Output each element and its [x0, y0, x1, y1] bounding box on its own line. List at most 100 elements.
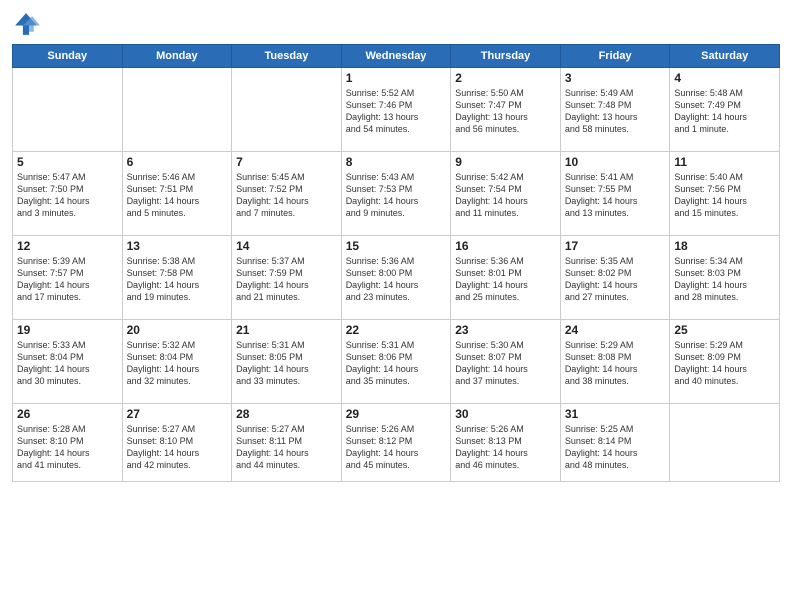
- logo: [12, 10, 44, 38]
- day-number: 17: [565, 239, 666, 253]
- day-number: 9: [455, 155, 556, 169]
- day-number: 8: [346, 155, 447, 169]
- day-number: 5: [17, 155, 118, 169]
- cell-info: Sunrise: 5:52 AM Sunset: 7:46 PM Dayligh…: [346, 87, 447, 136]
- cell-info: Sunrise: 5:25 AM Sunset: 8:14 PM Dayligh…: [565, 423, 666, 472]
- cell-info: Sunrise: 5:34 AM Sunset: 8:03 PM Dayligh…: [674, 255, 775, 304]
- calendar-cell: 25 Sunrise: 5:29 AM Sunset: 8:09 PM Dayli…: [670, 320, 780, 404]
- cell-info: Sunrise: 5:32 AM Sunset: 8:04 PM Dayligh…: [127, 339, 228, 388]
- day-number: 3: [565, 71, 666, 85]
- calendar-day-header: Saturday: [670, 45, 780, 68]
- calendar-cell: 9 Sunrise: 5:42 AM Sunset: 7:54 PM Daylig…: [451, 152, 561, 236]
- calendar-cell: 17Sunrise: 5:35 AM Sunset: 8:02 PM Dayli…: [560, 236, 670, 320]
- calendar-cell: 30 Sunrise: 5:26 AM Sunset: 8:13 PM Dayli…: [451, 404, 561, 482]
- day-number: 25: [674, 323, 775, 337]
- calendar-week-row: 19 Sunrise: 5:33 AM Sunset: 8:04 PM Dayli…: [13, 320, 780, 404]
- calendar-cell: 19 Sunrise: 5:33 AM Sunset: 8:04 PM Dayli…: [13, 320, 123, 404]
- calendar-day-header: Wednesday: [341, 45, 451, 68]
- calendar-cell: 7Sunrise: 5:45 AM Sunset: 7:52 PM Daylig…: [232, 152, 342, 236]
- calendar-cell: [232, 68, 342, 152]
- calendar-cell: 1 Sunrise: 5:52 AM Sunset: 7:46 PM Daylig…: [341, 68, 451, 152]
- calendar-week-row: 5Sunrise: 5:47 AM Sunset: 7:50 PM Daylig…: [13, 152, 780, 236]
- cell-info: Sunrise: 5:45 AM Sunset: 7:52 PM Dayligh…: [236, 171, 337, 220]
- calendar-day-header: Friday: [560, 45, 670, 68]
- day-number: 27: [127, 407, 228, 421]
- day-number: 12: [17, 239, 118, 253]
- day-number: 24: [565, 323, 666, 337]
- day-number: 19: [17, 323, 118, 337]
- calendar-cell: 2Sunrise: 5:50 AM Sunset: 7:47 PM Daylig…: [451, 68, 561, 152]
- cell-info: Sunrise: 5:31 AM Sunset: 8:05 PM Dayligh…: [236, 339, 337, 388]
- header: [12, 10, 780, 38]
- cell-info: Sunrise: 5:36 AM Sunset: 8:00 PM Dayligh…: [346, 255, 447, 304]
- calendar-day-header: Monday: [122, 45, 232, 68]
- day-number: 30: [455, 407, 556, 421]
- cell-info: Sunrise: 5:26 AM Sunset: 8:12 PM Dayligh…: [346, 423, 447, 472]
- cell-info: Sunrise: 5:29 AM Sunset: 8:08 PM Dayligh…: [565, 339, 666, 388]
- cell-info: Sunrise: 5:48 AM Sunset: 7:49 PM Dayligh…: [674, 87, 775, 136]
- cell-info: Sunrise: 5:41 AM Sunset: 7:55 PM Dayligh…: [565, 171, 666, 220]
- calendar-cell: 28Sunrise: 5:27 AM Sunset: 8:11 PM Dayli…: [232, 404, 342, 482]
- day-number: 4: [674, 71, 775, 85]
- day-number: 21: [236, 323, 337, 337]
- calendar-cell: 20 Sunrise: 5:32 AM Sunset: 8:04 PM Dayli…: [122, 320, 232, 404]
- cell-info: Sunrise: 5:37 AM Sunset: 7:59 PM Dayligh…: [236, 255, 337, 304]
- cell-info: Sunrise: 5:27 AM Sunset: 8:10 PM Dayligh…: [127, 423, 228, 472]
- calendar-header-row: SundayMondayTuesdayWednesdayThursdayFrid…: [13, 45, 780, 68]
- page: SundayMondayTuesdayWednesdayThursdayFrid…: [0, 0, 792, 612]
- cell-info: Sunrise: 5:26 AM Sunset: 8:13 PM Dayligh…: [455, 423, 556, 472]
- calendar-cell: [122, 68, 232, 152]
- cell-info: Sunrise: 5:46 AM Sunset: 7:51 PM Dayligh…: [127, 171, 228, 220]
- calendar-cell: 5Sunrise: 5:47 AM Sunset: 7:50 PM Daylig…: [13, 152, 123, 236]
- calendar-cell: 4 Sunrise: 5:48 AM Sunset: 7:49 PM Daylig…: [670, 68, 780, 152]
- calendar-cell: 18 Sunrise: 5:34 AM Sunset: 8:03 PM Dayli…: [670, 236, 780, 320]
- calendar-cell: 29 Sunrise: 5:26 AM Sunset: 8:12 PM Dayli…: [341, 404, 451, 482]
- cell-info: Sunrise: 5:40 AM Sunset: 7:56 PM Dayligh…: [674, 171, 775, 220]
- calendar-week-row: 1 Sunrise: 5:52 AM Sunset: 7:46 PM Daylig…: [13, 68, 780, 152]
- logo-icon: [12, 10, 40, 38]
- calendar-cell: 14 Sunrise: 5:37 AM Sunset: 7:59 PM Dayli…: [232, 236, 342, 320]
- day-number: 22: [346, 323, 447, 337]
- calendar-cell: 10 Sunrise: 5:41 AM Sunset: 7:55 PM Dayli…: [560, 152, 670, 236]
- cell-info: Sunrise: 5:49 AM Sunset: 7:48 PM Dayligh…: [565, 87, 666, 136]
- calendar-cell: 22 Sunrise: 5:31 AM Sunset: 8:06 PM Dayli…: [341, 320, 451, 404]
- day-number: 16: [455, 239, 556, 253]
- day-number: 13: [127, 239, 228, 253]
- calendar-cell: 27 Sunrise: 5:27 AM Sunset: 8:10 PM Dayli…: [122, 404, 232, 482]
- calendar-cell: 21 Sunrise: 5:31 AM Sunset: 8:05 PM Dayli…: [232, 320, 342, 404]
- calendar-cell: [13, 68, 123, 152]
- cell-info: Sunrise: 5:36 AM Sunset: 8:01 PM Dayligh…: [455, 255, 556, 304]
- day-number: 20: [127, 323, 228, 337]
- calendar-day-header: Thursday: [451, 45, 561, 68]
- calendar-day-header: Tuesday: [232, 45, 342, 68]
- calendar-cell: 15 Sunrise: 5:36 AM Sunset: 8:00 PM Dayli…: [341, 236, 451, 320]
- cell-info: Sunrise: 5:42 AM Sunset: 7:54 PM Dayligh…: [455, 171, 556, 220]
- day-number: 26: [17, 407, 118, 421]
- calendar-cell: 13Sunrise: 5:38 AM Sunset: 7:58 PM Dayli…: [122, 236, 232, 320]
- cell-info: Sunrise: 5:33 AM Sunset: 8:04 PM Dayligh…: [17, 339, 118, 388]
- calendar-cell: 24 Sunrise: 5:29 AM Sunset: 8:08 PM Dayli…: [560, 320, 670, 404]
- day-number: 18: [674, 239, 775, 253]
- calendar-cell: 16 Sunrise: 5:36 AM Sunset: 8:01 PM Dayli…: [451, 236, 561, 320]
- calendar-day-header: Sunday: [13, 45, 123, 68]
- calendar-cell: 31 Sunrise: 5:25 AM Sunset: 8:14 PM Dayli…: [560, 404, 670, 482]
- day-number: 29: [346, 407, 447, 421]
- calendar-week-row: 26 Sunrise: 5:28 AM Sunset: 8:10 PM Dayli…: [13, 404, 780, 482]
- calendar-cell: [670, 404, 780, 482]
- cell-info: Sunrise: 5:28 AM Sunset: 8:10 PM Dayligh…: [17, 423, 118, 472]
- cell-info: Sunrise: 5:31 AM Sunset: 8:06 PM Dayligh…: [346, 339, 447, 388]
- day-number: 15: [346, 239, 447, 253]
- calendar-cell: 12Sunrise: 5:39 AM Sunset: 7:57 PM Dayli…: [13, 236, 123, 320]
- calendar-cell: 23Sunrise: 5:30 AM Sunset: 8:07 PM Dayli…: [451, 320, 561, 404]
- calendar-cell: 26 Sunrise: 5:28 AM Sunset: 8:10 PM Dayli…: [13, 404, 123, 482]
- day-number: 10: [565, 155, 666, 169]
- day-number: 14: [236, 239, 337, 253]
- calendar-cell: 11 Sunrise: 5:40 AM Sunset: 7:56 PM Dayli…: [670, 152, 780, 236]
- cell-info: Sunrise: 5:29 AM Sunset: 8:09 PM Dayligh…: [674, 339, 775, 388]
- day-number: 28: [236, 407, 337, 421]
- calendar-cell: 3 Sunrise: 5:49 AM Sunset: 7:48 PM Daylig…: [560, 68, 670, 152]
- day-number: 1: [346, 71, 447, 85]
- day-number: 6: [127, 155, 228, 169]
- day-number: 31: [565, 407, 666, 421]
- day-number: 11: [674, 155, 775, 169]
